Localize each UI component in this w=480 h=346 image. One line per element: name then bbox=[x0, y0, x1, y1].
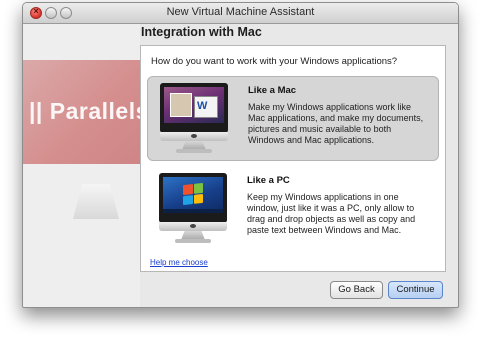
page-title: Integration with Mac bbox=[141, 25, 262, 39]
promo-sidebar: || Parallels bbox=[23, 24, 148, 307]
option-description: Keep my Windows applications in one wind… bbox=[247, 192, 416, 235]
go-back-button[interactable]: Go Back bbox=[330, 281, 383, 299]
continue-button[interactable]: Continue bbox=[388, 281, 443, 299]
option-description: Make my Windows applications work like M… bbox=[248, 102, 424, 145]
option-like-a-mac[interactable]: W Like a Mac Make my Windows application… bbox=[147, 76, 439, 161]
assistant-window: × New Virtual Machine Assistant || Paral… bbox=[22, 2, 459, 308]
option-title: Like a Mac bbox=[248, 85, 297, 96]
promo-monitor-stand bbox=[73, 184, 119, 219]
parallels-logo: || Parallels bbox=[29, 98, 149, 124]
imac-mac-icon: W bbox=[160, 83, 228, 155]
title-bar: × New Virtual Machine Assistant bbox=[23, 3, 458, 24]
option-like-a-pc[interactable]: Like a PC Keep my Windows applications i… bbox=[147, 167, 437, 249]
imac-windows-icon bbox=[159, 173, 227, 245]
window-title: New Virtual Machine Assistant bbox=[166, 6, 315, 18]
option-title: Like a PC bbox=[247, 175, 290, 186]
help-me-choose-link[interactable]: Help me choose bbox=[150, 258, 208, 267]
content-panel: How do you want to work with your Window… bbox=[140, 45, 446, 272]
question-text: How do you want to work with your Window… bbox=[151, 56, 398, 67]
